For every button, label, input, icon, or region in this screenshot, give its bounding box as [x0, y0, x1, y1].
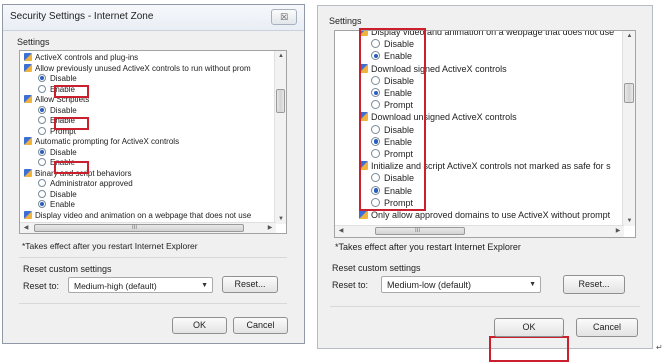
- setting-shield-icon: [24, 95, 32, 103]
- setting-label: Disable: [50, 147, 77, 157]
- restart-note: *Takes effect after you restart Internet…: [335, 242, 521, 252]
- settings-label: Settings: [17, 37, 50, 47]
- radio-button-icon[interactable]: [38, 74, 46, 82]
- scroll-down-icon[interactable]: ▼: [275, 214, 286, 224]
- scroll-thumb[interactable]: [276, 89, 285, 113]
- scroll-right-icon[interactable]: ▶: [264, 223, 276, 233]
- scroll-thumb[interactable]: [624, 83, 634, 103]
- dropdown-arrow-icon: ▼: [529, 281, 536, 288]
- setting-shield-icon: [24, 210, 32, 219]
- settings-label: Settings: [329, 16, 362, 26]
- setting-option[interactable]: Administrator approved: [38, 179, 133, 188]
- reset-button[interactable]: Reset...: [222, 276, 278, 293]
- cancel-button[interactable]: Cancel: [233, 317, 288, 334]
- setting-header: Allow previously unused ActiveX controls…: [24, 63, 251, 73]
- scroll-right-icon[interactable]: ▶: [612, 226, 624, 236]
- horizontal-scrollbar[interactable]: ◀ III ▶: [20, 222, 276, 233]
- scroll-left-icon[interactable]: ◀: [335, 226, 347, 236]
- vertical-scrollbar[interactable]: ▲ ▼: [274, 51, 286, 224]
- setting-header: Display video and animation on a webpage…: [24, 210, 252, 220]
- reset-to-label: Reset to:: [23, 281, 60, 291]
- vertical-scrollbar[interactable]: ▲ ▼: [622, 31, 635, 226]
- reset-to-label: Reset to:: [332, 280, 369, 290]
- setting-label: Only allow approved domains to use Activ…: [371, 210, 611, 220]
- setting-header: ActiveX controls and plug-ins: [24, 53, 138, 62]
- highlight-box-enable-1: [54, 85, 89, 98]
- divider: [330, 306, 640, 307]
- setting-label: Disable: [50, 74, 77, 83]
- return-mark-icon: ↵: [656, 343, 663, 352]
- highlight-box-enable-2: [54, 117, 89, 130]
- setting-header: Automatic prompting for ActiveX controls: [24, 137, 179, 146]
- radio-button-icon[interactable]: [38, 84, 46, 93]
- setting-option[interactable]: Disable: [38, 74, 77, 83]
- reset-group-label: Reset custom settings: [23, 264, 112, 274]
- reset-group-label: Reset custom settings: [332, 263, 421, 273]
- radio-button-icon[interactable]: [38, 105, 46, 114]
- setting-shield-icon: [24, 137, 32, 145]
- radio-button-icon[interactable]: [38, 189, 46, 198]
- horizontal-scrollbar[interactable]: ◀ III ▶: [335, 225, 624, 237]
- radio-button-icon[interactable]: [38, 179, 46, 187]
- scroll-down-icon[interactable]: ▼: [623, 216, 635, 226]
- security-settings-dialog-left: Security Settings - Internet Zone ☒ Sett…: [2, 4, 305, 344]
- radio-button-icon[interactable]: [38, 116, 46, 124]
- highlight-box-ok: [489, 336, 569, 362]
- highlight-box-enable-3: [54, 161, 89, 174]
- reset-level-select[interactable]: Medium-low (default) ▼: [381, 276, 541, 293]
- reset-level-value: Medium-low (default): [387, 280, 472, 290]
- hscroll-grip: III: [132, 225, 138, 231]
- scroll-left-icon[interactable]: ◀: [20, 223, 32, 233]
- hscroll-grip: III: [415, 228, 421, 234]
- scroll-up-icon[interactable]: ▲: [275, 51, 286, 61]
- cancel-button[interactable]: Cancel: [576, 318, 638, 337]
- divider: [19, 257, 287, 258]
- setting-option[interactable]: Enable: [38, 200, 75, 209]
- restart-note: *Takes effect after you restart Internet…: [22, 241, 198, 251]
- setting-label: Display video and animation on a webpage…: [35, 210, 252, 220]
- radio-button-icon[interactable]: [38, 126, 46, 135]
- radio-button-icon[interactable]: [38, 147, 46, 156]
- highlight-box-settings: [359, 28, 426, 211]
- reset-button[interactable]: Reset...: [563, 275, 625, 294]
- title-bar: Security Settings - Internet Zone ☒: [3, 5, 304, 31]
- divider: [19, 303, 287, 304]
- scroll-up-icon[interactable]: ▲: [623, 31, 635, 41]
- reset-level-select[interactable]: Medium-high (default) ▼: [68, 277, 213, 293]
- close-button[interactable]: ☒: [271, 9, 297, 25]
- ok-button[interactable]: OK: [172, 317, 227, 334]
- setting-shield-icon: [359, 210, 368, 219]
- setting-shield-icon: [24, 53, 32, 61]
- setting-label: Disable: [50, 105, 77, 115]
- security-settings-dialog-right: Settings Display video and animation on …: [317, 5, 653, 362]
- setting-option[interactable]: Disable: [38, 189, 77, 199]
- setting-label: Enable: [50, 200, 75, 209]
- dialog-title: Security Settings - Internet Zone: [10, 11, 154, 22]
- radio-button-icon[interactable]: [38, 158, 46, 166]
- setting-header: Only allow approved domains to use Activ…: [359, 210, 610, 220]
- hscroll-thumb[interactable]: [34, 224, 244, 232]
- setting-shield-icon: [24, 168, 32, 177]
- ok-button[interactable]: OK: [494, 318, 564, 337]
- radio-button-icon[interactable]: [38, 200, 46, 208]
- setting-shield-icon: [24, 63, 32, 72]
- settings-list[interactable]: ActiveX controls and plug-ins Allow previ…: [19, 50, 287, 234]
- setting-option[interactable]: Disable: [38, 105, 77, 115]
- setting-label: Disable: [50, 189, 77, 199]
- setting-label: ActiveX controls and plug-ins: [35, 53, 139, 62]
- dropdown-arrow-icon: ▼: [201, 282, 208, 289]
- setting-label: Allow previously unused ActiveX controls…: [35, 63, 251, 73]
- setting-option[interactable]: Disable: [38, 147, 77, 157]
- setting-label: Administrator approved: [50, 179, 133, 188]
- reset-level-value: Medium-high (default): [74, 281, 157, 291]
- setting-label: Automatic prompting for ActiveX controls: [35, 137, 180, 146]
